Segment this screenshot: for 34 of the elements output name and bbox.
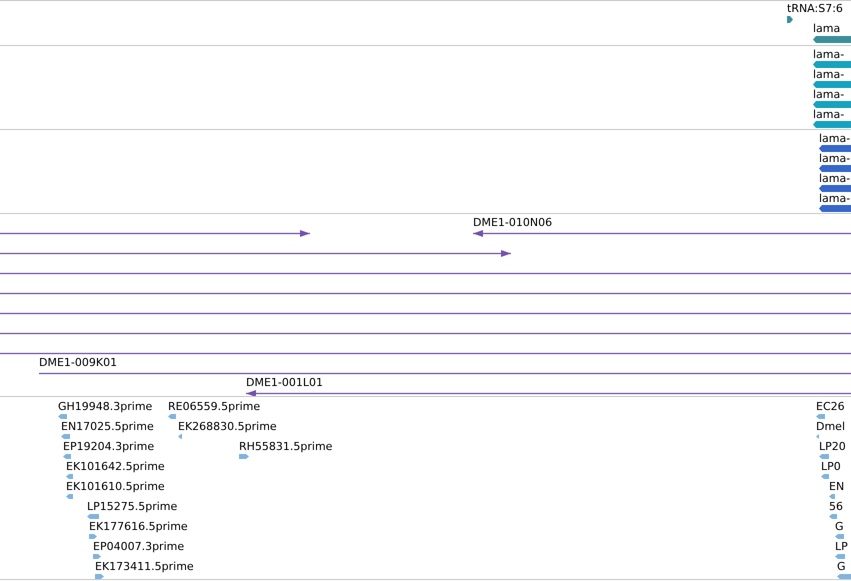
feature-label[interactable]: lama- [813, 68, 844, 82]
feature-label[interactable]: G [835, 520, 844, 534]
feature-label[interactable]: lama- [813, 108, 844, 122]
feature-label[interactable]: RH55831.5prime [239, 440, 332, 454]
feature-label[interactable]: lama- [819, 172, 850, 186]
feature-label[interactable]: lama- [819, 152, 850, 166]
feature-label[interactable]: LP20 [819, 440, 846, 454]
feature-label[interactable]: lama- [819, 132, 850, 146]
feature-label[interactable]: G [837, 560, 846, 574]
feature-label[interactable]: EC26 [816, 400, 845, 414]
feature-label[interactable]: EP19204.3prime [63, 440, 154, 454]
feature-label[interactable]: LP15275.5prime [87, 500, 178, 514]
feature-label[interactable]: EK101642.5prime [66, 460, 165, 474]
feature-label[interactable]: EK101610.5prime [66, 480, 165, 494]
feature-label[interactable]: lama- [813, 88, 844, 102]
feature-label[interactable]: lama- [819, 192, 850, 206]
feature-label[interactable]: lama [813, 22, 840, 36]
feature-label[interactable]: RE06559.5prime [168, 400, 260, 414]
feature-label[interactable]: EK268830.5prime [178, 420, 277, 434]
feature-label[interactable]: DME1-001L01 [246, 376, 323, 390]
feature-label[interactable]: Dmel [816, 420, 846, 434]
feature-label[interactable]: DME1-009K01 [39, 356, 118, 370]
feature-label[interactable]: EK173411.5prime [95, 560, 194, 574]
feature-label[interactable]: lama- [813, 48, 844, 62]
feature-label[interactable]: DME1-010N06 [473, 216, 552, 230]
feature-label[interactable]: LP0 [821, 460, 841, 474]
feature-label[interactable]: EK177616.5prime [89, 520, 188, 534]
feature-label[interactable]: EN [829, 480, 844, 494]
feature-label[interactable]: 56 [829, 500, 843, 514]
feature-label[interactable]: EN17025.5prime [61, 420, 154, 434]
feature-label[interactable]: EP04007.3prime [93, 540, 184, 554]
feature-label[interactable]: GH19948.3prime [58, 400, 152, 414]
feature-label[interactable]: tRNA:S7:6 [787, 2, 843, 16]
feature-label[interactable]: LP [835, 540, 848, 554]
